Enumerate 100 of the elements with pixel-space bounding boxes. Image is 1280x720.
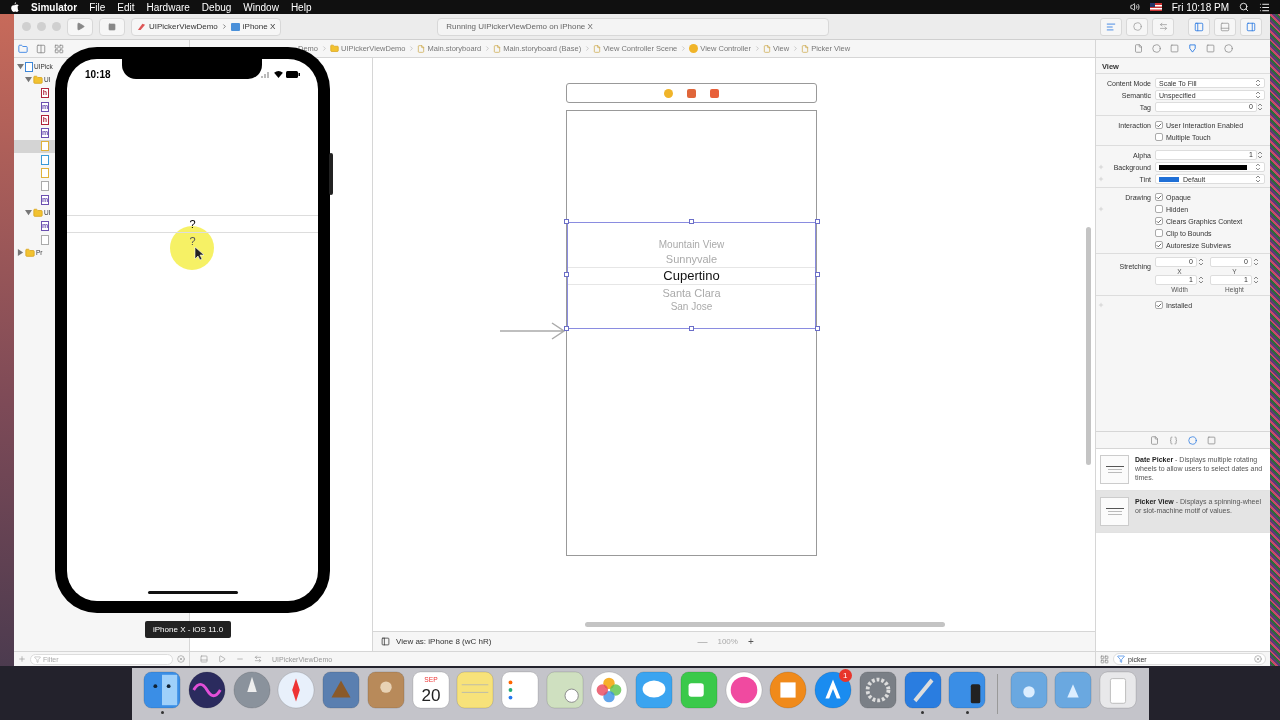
applications-icon[interactable] [1054, 671, 1093, 709]
volume-icon[interactable] [1129, 2, 1140, 12]
menu-item[interactable]: Help [290, 1, 312, 13]
checkbox[interactable] [1155, 133, 1163, 141]
stepper-icon[interactable] [1253, 276, 1259, 284]
clear-icon[interactable] [1254, 655, 1262, 663]
checkbox[interactable] [1155, 301, 1163, 309]
exit-icon[interactable] [710, 88, 719, 98]
continue-icon[interactable] [218, 655, 226, 663]
disclosure-icon[interactable] [25, 76, 32, 84]
resize-handle[interactable] [815, 326, 820, 331]
navigator-toggle[interactable] [1188, 17, 1210, 36]
checkbox[interactable] [1155, 205, 1163, 213]
resize-handle[interactable] [564, 272, 569, 277]
file-template-tab[interactable] [1150, 435, 1159, 445]
debug-toggle[interactable] [200, 655, 208, 663]
list-icon[interactable] [1259, 1, 1270, 13]
menu-item[interactable]: Simulator [31, 1, 78, 13]
reminders-icon[interactable] [501, 671, 539, 709]
music-icon[interactable] [724, 671, 763, 709]
xcode-icon[interactable] [903, 671, 942, 709]
resize-handle[interactable] [815, 272, 820, 277]
color-well[interactable] [1155, 162, 1265, 172]
flag-icon[interactable] [1149, 3, 1162, 11]
checkbox[interactable] [1155, 217, 1163, 225]
books-icon[interactable] [769, 671, 808, 709]
view-controller-icon[interactable] [664, 88, 673, 98]
checkbox[interactable] [1155, 193, 1163, 201]
stop-button[interactable] [99, 17, 125, 36]
help-tab[interactable] [1151, 44, 1161, 53]
grid-view-icon[interactable] [1100, 654, 1109, 664]
symbol-icon[interactable] [54, 43, 64, 54]
add-icon[interactable] [18, 655, 26, 663]
checkbox[interactable] [1155, 229, 1163, 237]
menu-item[interactable]: Debug [201, 1, 232, 13]
size-tab[interactable] [1205, 44, 1215, 53]
resize-handle[interactable] [815, 219, 820, 224]
photos-icon[interactable] [590, 671, 629, 709]
search-icon[interactable] [1239, 2, 1249, 12]
attributes-tab[interactable] [1187, 44, 1197, 53]
zoom-in-button[interactable]: + [747, 636, 754, 647]
resize-handle[interactable] [689, 326, 694, 331]
finder-icon[interactable] [143, 671, 182, 709]
disclosure-icon[interactable] [25, 209, 32, 217]
scrollbar[interactable] [585, 622, 945, 627]
menu-item[interactable]: Window [243, 1, 279, 13]
stepper-icon[interactable] [1255, 175, 1261, 183]
disclosure-icon[interactable] [17, 249, 24, 257]
connections-tab[interactable] [1223, 44, 1233, 53]
file-inspector-tab[interactable] [1133, 44, 1143, 53]
stepper-icon[interactable] [1257, 103, 1263, 111]
standard-editor-button[interactable] [1100, 17, 1122, 36]
object-library-tab[interactable] [1188, 435, 1197, 445]
stepper-icon[interactable] [1255, 91, 1261, 99]
notes-icon[interactable] [456, 671, 495, 709]
facetime-icon[interactable] [679, 671, 718, 709]
contacts-icon[interactable] [366, 671, 405, 709]
inspector-toggle[interactable] [1240, 17, 1262, 36]
stepper-icon[interactable] [1253, 258, 1259, 266]
resize-handle[interactable] [564, 219, 569, 224]
outline-toggle[interactable] [381, 637, 390, 646]
version-editor-button[interactable] [1152, 17, 1174, 36]
messages-icon[interactable] [635, 671, 674, 709]
first-responder-icon[interactable] [687, 88, 696, 98]
picker-view[interactable]: ? ? [67, 215, 318, 249]
siri-icon[interactable] [187, 671, 226, 709]
settings-icon[interactable] [858, 671, 897, 709]
clear-icon[interactable] [177, 655, 185, 663]
identity-tab[interactable] [1169, 44, 1179, 53]
source-control-icon[interactable] [36, 43, 46, 54]
launchpad-icon[interactable] [232, 671, 271, 709]
run-button[interactable] [67, 17, 93, 36]
view-as-label[interactable]: View as: iPhone 8 (wC hR) [396, 637, 492, 646]
stepper-icon[interactable] [1255, 163, 1261, 171]
snippet-tab[interactable] [1169, 435, 1178, 445]
menu-item[interactable]: Edit [117, 1, 135, 13]
checkbox[interactable] [1155, 121, 1163, 129]
safari-icon[interactable] [277, 671, 316, 709]
stepper-icon[interactable] [1257, 151, 1263, 159]
scrollbar[interactable] [1086, 227, 1091, 465]
folder-icon[interactable] [18, 43, 28, 54]
menu-item[interactable]: File [89, 1, 106, 13]
downloads-icon[interactable] [1009, 671, 1048, 709]
trash-icon[interactable] [1099, 671, 1137, 709]
assistant-editor-button[interactable] [1126, 17, 1148, 36]
apple-logo-icon[interactable] [10, 2, 19, 12]
preview-icon[interactable] [545, 671, 584, 709]
simulator-icon[interactable] [948, 671, 987, 709]
resize-handle[interactable] [689, 219, 694, 224]
stepper-icon[interactable] [1255, 79, 1261, 87]
menu-item[interactable]: Hardware [146, 1, 190, 13]
stamp-icon[interactable] [322, 671, 361, 709]
location-icon[interactable] [254, 655, 262, 663]
menu-clock[interactable]: Fri 10:18 PM [1171, 1, 1229, 13]
disclosure-icon[interactable] [17, 63, 24, 71]
scheme-selector[interactable]: UIPickerViewDemo iPhone X [131, 17, 282, 36]
debug-area-toggle[interactable] [1214, 17, 1236, 36]
media-tab[interactable] [1207, 435, 1216, 445]
resize-handle[interactable] [564, 326, 569, 331]
stepper-icon[interactable] [1198, 258, 1204, 266]
